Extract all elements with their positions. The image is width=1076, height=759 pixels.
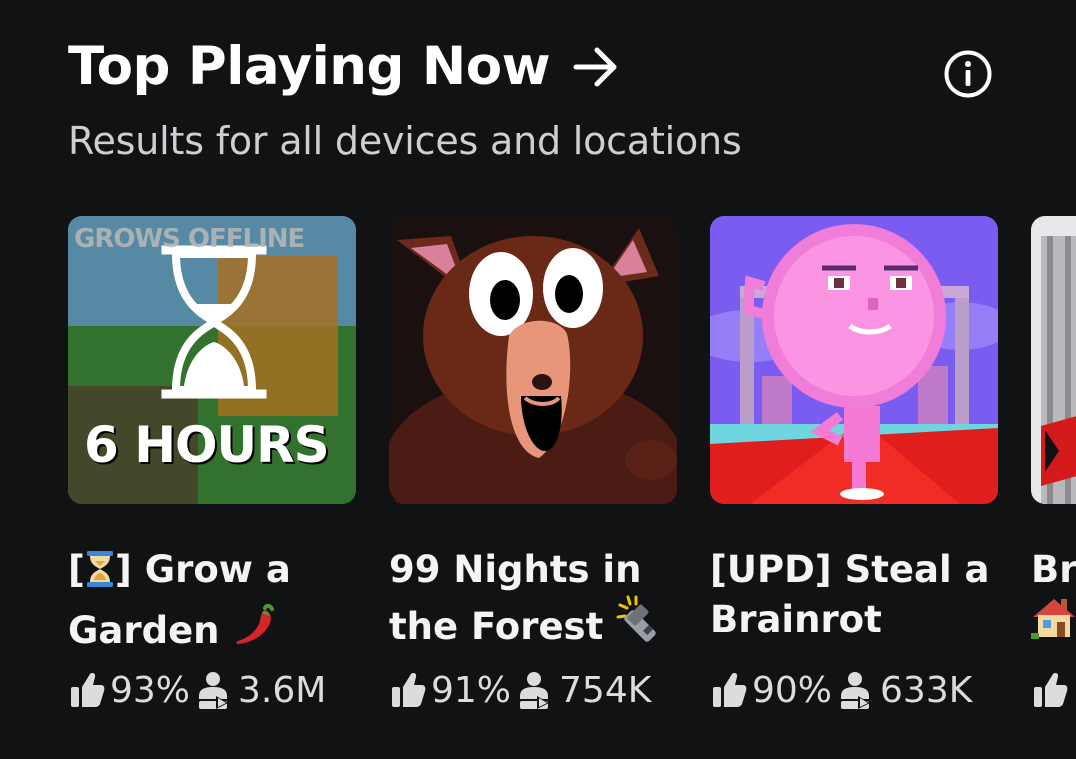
thumbnail-caption-bottom: 6 HOURS: [84, 416, 330, 474]
game-title-suffix: ] Grow a: [114, 548, 291, 591]
thumbs-up-icon: [710, 670, 748, 710]
chili-pepper-emoji-icon: [232, 601, 280, 645]
active-players-icon: [517, 670, 555, 710]
flashlight-emoji-icon: [616, 595, 666, 645]
game-thumbnail[interactable]: [389, 216, 677, 504]
game-title-line2: Garden: [68, 609, 220, 645]
game-title-line1: Br: [1031, 548, 1076, 591]
players-value: 754K: [559, 669, 652, 711]
game-title-line2: Brainrot: [710, 598, 882, 641]
players-value: 3.6M: [238, 669, 327, 711]
game-stats: 93% 3.6M: [68, 668, 356, 712]
game-stats: 91% 754K: [389, 668, 677, 712]
rating-value: 90%: [752, 669, 833, 711]
top-playing-now-section: Top Playing Now Results for all devices …: [0, 0, 1076, 759]
info-circle-icon[interactable]: [943, 49, 993, 99]
section-subtitle: Results for all devices and locations: [68, 119, 742, 163]
thumbs-up-icon: [389, 670, 427, 710]
game-stats: 90% 633K: [710, 668, 998, 712]
game-title[interactable]: 99 Nights in the Forest: [389, 545, 677, 645]
players-value: 633K: [880, 669, 973, 711]
game-thumbnail[interactable]: [710, 216, 998, 504]
game-title-line1: [UPD] Steal a: [710, 548, 990, 591]
thumbs-up-icon: [68, 670, 106, 710]
game-title-line1: 99 Nights in: [389, 548, 642, 591]
section-header[interactable]: Top Playing Now: [68, 40, 620, 93]
arrow-right-icon[interactable]: [572, 43, 620, 91]
game-card[interactable]: [UPD] Steal a Brainrot 90% 633K: [710, 216, 998, 712]
hourglass-emoji-icon: [85, 550, 115, 601]
game-title[interactable]: Br: [1031, 545, 1076, 645]
active-players-icon: [196, 670, 234, 710]
game-card-list: GROWS OFFLINE 6 HOURS [ ] Grow a Garden 9…: [68, 216, 1076, 712]
game-title[interactable]: [UPD] Steal a Brainrot: [710, 545, 998, 645]
rating-value: 91%: [431, 669, 512, 711]
section-title[interactable]: Top Playing Now: [68, 40, 551, 93]
thumbnail-caption-top: GROWS OFFLINE: [74, 224, 305, 254]
game-thumbnail[interactable]: GROWS OFFLINE 6 HOURS: [68, 216, 356, 504]
game-title[interactable]: [ ] Grow a Garden: [68, 545, 356, 645]
house-emoji-icon: [1031, 595, 1076, 645]
game-card[interactable]: 99 Nights in the Forest 91% 754K: [389, 216, 677, 712]
game-stats: [1031, 668, 1076, 712]
game-thumbnail[interactable]: [1031, 216, 1076, 504]
rating-value: 93%: [110, 669, 191, 711]
game-title-prefix: [: [68, 548, 85, 591]
thumbs-up-icon: [1031, 670, 1069, 710]
game-title-line2: the Forest: [389, 605, 604, 645]
game-card[interactable]: GROWS OFFLINE 6 HOURS [ ] Grow a Garden 9…: [68, 216, 356, 712]
game-card[interactable]: Br: [1031, 216, 1076, 712]
active-players-icon: [838, 670, 876, 710]
